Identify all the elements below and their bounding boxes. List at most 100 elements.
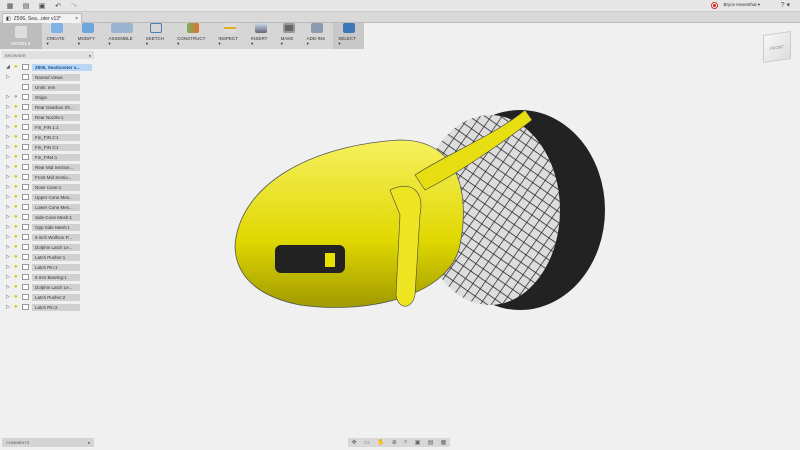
expand-icon[interactable]: ▷ bbox=[6, 134, 14, 140]
visibility-bulb-icon[interactable]: ● bbox=[14, 254, 22, 260]
tree-item[interactable]: ▷ ● Dolphin Latch Le... bbox=[6, 242, 92, 252]
expand-icon[interactable]: ▷ bbox=[6, 124, 14, 130]
visibility-bulb-icon[interactable]: ● bbox=[14, 194, 22, 200]
expand-icon[interactable]: ▷ bbox=[6, 204, 14, 210]
visibility-bulb-icon[interactable]: ● bbox=[14, 274, 22, 280]
expand-icon[interactable]: ▷ bbox=[6, 214, 14, 220]
visibility-bulb-icon[interactable]: ● bbox=[14, 124, 22, 130]
visibility-bulb-icon[interactable]: ● bbox=[14, 94, 22, 100]
tool-select[interactable]: SELECT ▾ bbox=[333, 23, 364, 49]
tree-item[interactable]: Units: mm bbox=[6, 82, 92, 92]
zoom-icon[interactable]: ⊕ bbox=[392, 439, 397, 446]
workspace-model[interactable]: MODEL ▾ bbox=[0, 23, 42, 49]
visibility-bulb-icon[interactable]: ● bbox=[14, 214, 22, 220]
pin-icon[interactable]: ● bbox=[89, 53, 91, 58]
file-icon[interactable]: ▤ bbox=[20, 2, 32, 10]
tree-item[interactable]: ▷ ● Latch Pusher:2 bbox=[6, 292, 92, 302]
tree-item[interactable]: ▷ ● Rear Nozzle:1 bbox=[6, 112, 92, 122]
tree-item[interactable]: ▷ ● Nose Cone:1 bbox=[6, 182, 92, 192]
tree-item[interactable]: ▷ ● Fin_FIN 2:1 bbox=[6, 132, 92, 142]
close-icon[interactable]: × bbox=[75, 16, 78, 22]
tree-item[interactable]: ▷ ● Opp Side Mesh:1 bbox=[6, 222, 92, 232]
browser-header[interactable]: BROWSER ● bbox=[2, 51, 94, 59]
record-icon[interactable] bbox=[711, 2, 718, 9]
visibility-bulb-icon[interactable]: ● bbox=[14, 174, 22, 180]
tree-item[interactable]: ▷ ● Fin_FIN 1:1 bbox=[6, 122, 92, 132]
expand-icon[interactable]: ▷ bbox=[6, 154, 14, 160]
visibility-bulb-icon[interactable]: ● bbox=[14, 204, 22, 210]
tree-item[interactable]: ▷ ● Fin_FIN4:1 bbox=[6, 152, 92, 162]
expand-icon[interactable]: ▷ bbox=[6, 304, 14, 310]
grid-settings-icon[interactable]: ▤ bbox=[428, 439, 434, 446]
help-icon[interactable]: ? ▾ bbox=[781, 1, 790, 9]
document-tab[interactable]: ◧ Z506, Sea...oter v13* × bbox=[2, 13, 82, 23]
tree-item[interactable]: ▷ ● 6 mm Bearing:1 bbox=[6, 272, 92, 282]
pan-icon[interactable]: ✋ bbox=[377, 439, 384, 446]
visibility-bulb-icon[interactable]: ● bbox=[14, 304, 22, 310]
expand-icon[interactable]: ▷ bbox=[6, 294, 14, 300]
expand-icon[interactable]: ▷ bbox=[6, 114, 14, 120]
tree-item[interactable]: ▷ ● Latch Pin:2 bbox=[6, 302, 92, 312]
expand-icon[interactable]: ▷ bbox=[6, 174, 14, 180]
expand-icon[interactable]: ▷ bbox=[6, 164, 14, 170]
expand-icon[interactable]: ▷ bbox=[6, 184, 14, 190]
add-comment-icon[interactable]: ● bbox=[88, 440, 90, 445]
tree-item[interactable]: ▷ Named Views bbox=[6, 72, 92, 82]
grid-menu-icon[interactable]: ▦ bbox=[4, 2, 16, 10]
tree-item[interactable]: ▷ ● Latch Pin:1 bbox=[6, 262, 92, 272]
tree-item[interactable]: ▷ ● Latch Pusher:1 bbox=[6, 252, 92, 262]
visibility-bulb-icon[interactable]: ● bbox=[14, 154, 22, 160]
visibility-bulb-icon[interactable]: ● bbox=[14, 134, 22, 140]
visibility-bulb-icon[interactable]: ● bbox=[14, 244, 22, 250]
display-settings-icon[interactable]: ▣ bbox=[415, 439, 421, 446]
visibility-bulb-icon[interactable]: ● bbox=[14, 164, 22, 170]
fit-icon[interactable]: ⌕ bbox=[404, 439, 407, 446]
tool-inspect[interactable]: INSPECT ▾ bbox=[213, 23, 246, 49]
visibility-bulb-icon[interactable]: ● bbox=[14, 284, 22, 290]
tree-item[interactable]: ▷ ● Dolphin Latch Le... bbox=[6, 282, 92, 292]
tree-item[interactable]: ▷ ● Lower Cone Mes... bbox=[6, 202, 92, 212]
viewports-icon[interactable]: ▦ bbox=[441, 439, 447, 446]
tree-item[interactable]: ▷ ● Upper Cone Mes... bbox=[6, 192, 92, 202]
comments-panel[interactable]: COMMENTS ● bbox=[2, 438, 94, 447]
tool-create[interactable]: CREATE ▾ bbox=[42, 23, 73, 49]
expand-icon[interactable]: ▷ bbox=[6, 94, 14, 100]
expand-icon[interactable]: ▷ bbox=[6, 144, 14, 150]
expand-icon[interactable]: ▷ bbox=[6, 284, 14, 290]
tree-item[interactable]: ▷ ● Rear Mid Section... bbox=[6, 162, 92, 172]
expand-icon[interactable]: ▷ bbox=[6, 274, 14, 280]
tree-item[interactable]: ▷ ● Fin_FIN 3:1 bbox=[6, 142, 92, 152]
tool-addins[interactable]: ADD-INS ▾ bbox=[302, 23, 334, 49]
visibility-bulb-icon[interactable]: ● bbox=[14, 144, 22, 150]
orbit-icon[interactable]: ✥ bbox=[352, 439, 357, 446]
tool-modify[interactable]: MODIFY ▾ bbox=[73, 23, 104, 49]
tree-item[interactable]: ▷ ● Origin bbox=[6, 92, 92, 102]
expand-icon[interactable]: ▷ bbox=[6, 194, 14, 200]
tree-root[interactable]: ◢ ● Z506, SeaScooter v... bbox=[6, 62, 92, 72]
expand-icon[interactable]: ▷ bbox=[6, 104, 14, 110]
tool-sketch[interactable]: SKETCH ▾ bbox=[141, 23, 172, 49]
visibility-bulb-icon[interactable]: ● bbox=[14, 64, 22, 70]
redo-icon[interactable]: ↷ bbox=[68, 2, 80, 10]
look-at-icon[interactable]: ▭ bbox=[364, 439, 370, 446]
collapse-icon[interactable]: ◢ bbox=[6, 64, 14, 70]
user-menu[interactable]: Bryce Heventhal ▾ bbox=[723, 2, 760, 8]
visibility-bulb-icon[interactable]: ● bbox=[14, 264, 22, 270]
visibility-bulb-icon[interactable]: ● bbox=[14, 104, 22, 110]
tool-insert[interactable]: INSERT ▾ bbox=[246, 23, 276, 49]
visibility-bulb-icon[interactable]: ● bbox=[14, 224, 22, 230]
tree-item[interactable]: ▷ ● Rear Gearbox Sh... bbox=[6, 102, 92, 112]
tool-make[interactable]: MAKE ▾ bbox=[276, 23, 302, 49]
tool-construct[interactable]: CONSTRUCT ▾ bbox=[172, 23, 213, 49]
tool-assemble[interactable]: ASSEMBLE ▾ bbox=[103, 23, 140, 49]
undo-icon[interactable]: ↶ bbox=[52, 2, 64, 10]
viewcube[interactable]: FRONT bbox=[763, 31, 791, 63]
save-icon[interactable]: ▣ bbox=[36, 2, 48, 10]
expand-icon[interactable]: ▷ bbox=[6, 264, 14, 270]
visibility-bulb-icon[interactable]: ● bbox=[14, 294, 22, 300]
tree-item[interactable]: ▷ ● Front Mid Sectio... bbox=[6, 172, 92, 182]
visibility-bulb-icon[interactable]: ● bbox=[14, 114, 22, 120]
expand-icon[interactable]: ▷ bbox=[6, 74, 14, 80]
expand-icon[interactable]: ▷ bbox=[6, 254, 14, 260]
expand-icon[interactable]: ▷ bbox=[6, 224, 14, 230]
